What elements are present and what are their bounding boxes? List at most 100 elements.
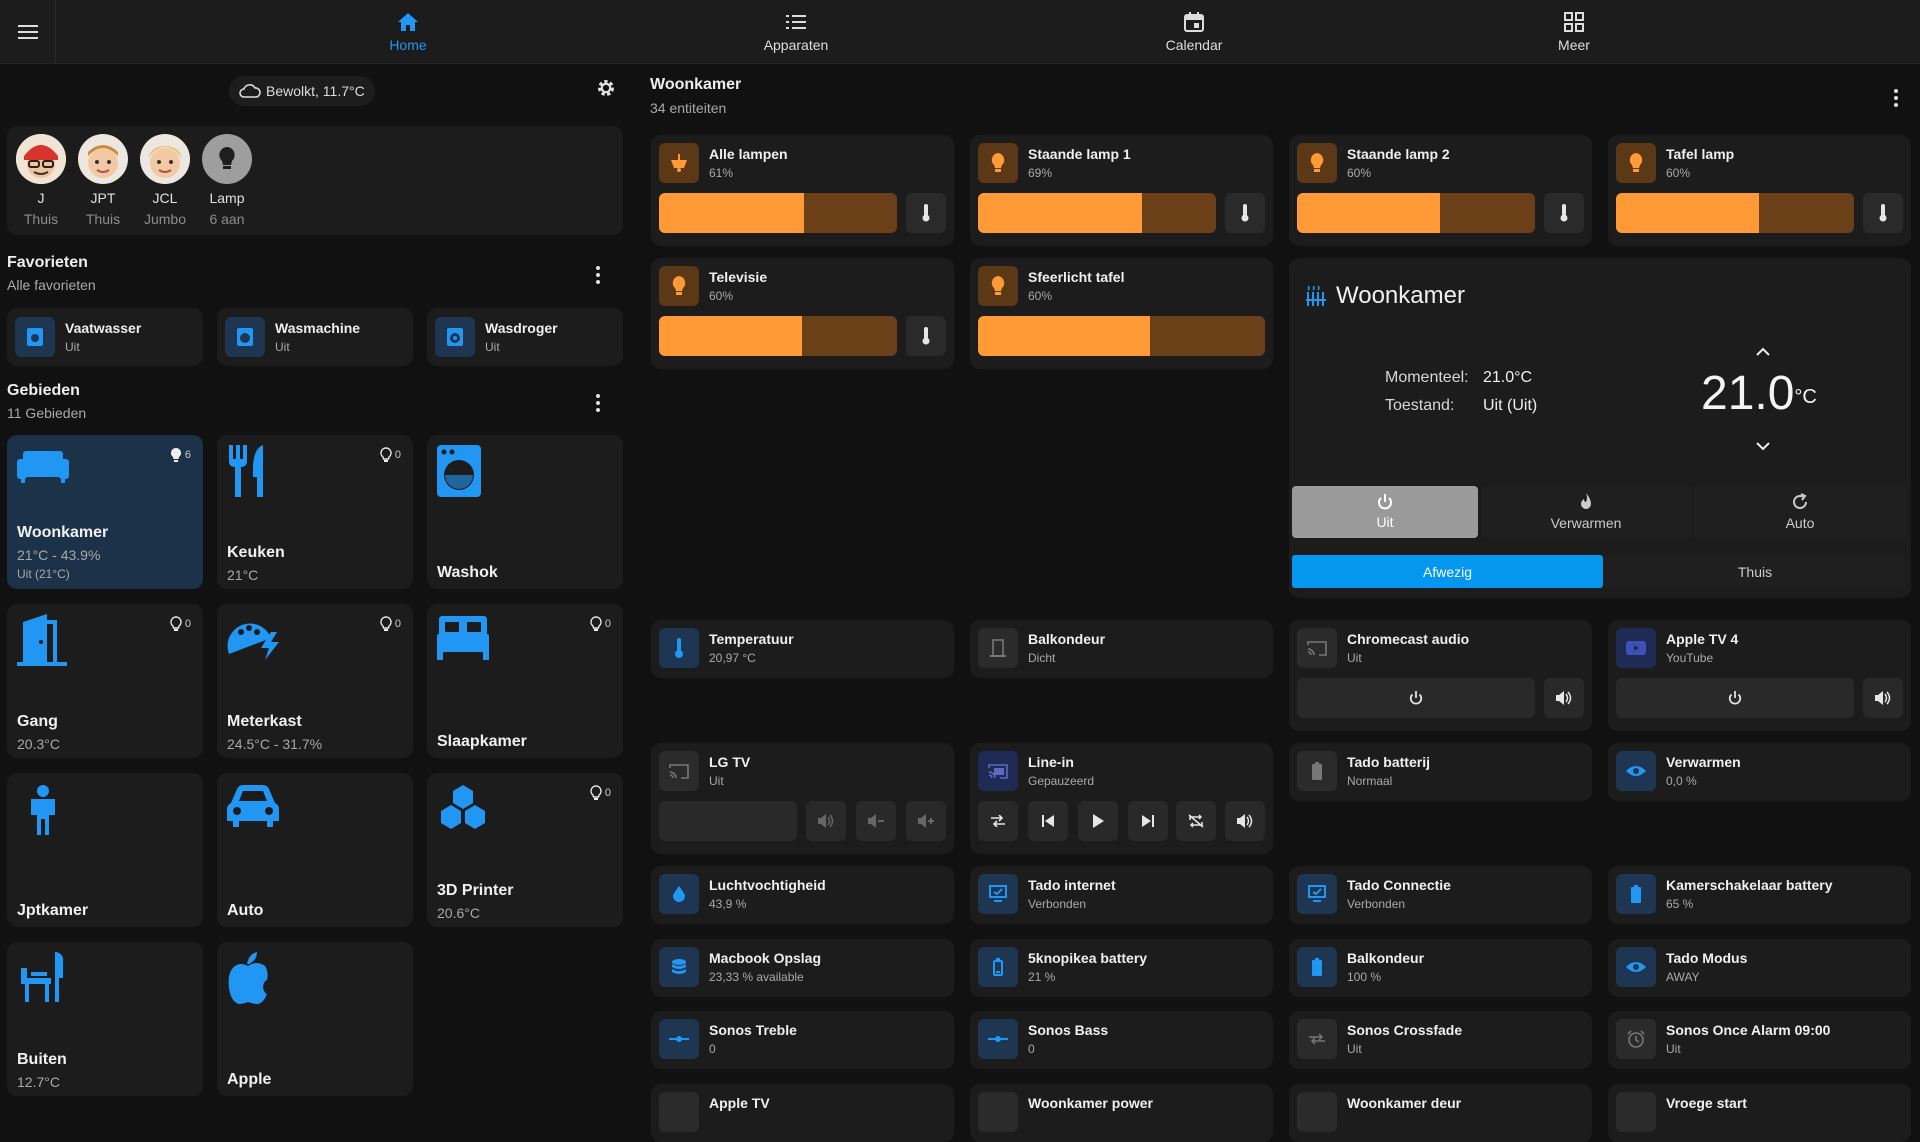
entity-sonos-bass[interactable]: Sonos Bass 0 (970, 1011, 1273, 1069)
mode-off-button[interactable]: Uit (1292, 486, 1478, 538)
person-j[interactable]: J Thuis (11, 134, 71, 227)
area-buiten[interactable]: Buiten 12.7°C (7, 942, 203, 1096)
area-keuken[interactable]: 0 Keuken 21°C (217, 435, 413, 589)
entity-macbook-opslag[interactable]: Macbook Opslag 23,33 % available (651, 939, 954, 997)
room-more-button[interactable] (1886, 88, 1906, 108)
area-washok[interactable]: Washok (427, 435, 623, 589)
entity-luchtvochtigheid[interactable]: Luchtvochtigheid 43,9 % (651, 866, 954, 924)
person-jcl[interactable]: JCL Jumbo (135, 134, 195, 227)
chevron-up-icon[interactable] (1756, 347, 1770, 357)
entity-woonkamer-deur[interactable]: Woonkamer deur (1289, 1084, 1592, 1142)
light-name: Staande lamp 2 (1347, 146, 1450, 162)
tab-apparaten[interactable]: Apparaten (726, 0, 866, 64)
color-temp-button[interactable] (1225, 193, 1265, 233)
power-icon (1378, 494, 1392, 510)
volume-slider[interactable] (659, 801, 797, 841)
area-name: Jptkamer (17, 902, 89, 919)
settings-button[interactable] (596, 78, 616, 103)
entity-sonos-crossfade[interactable]: Sonos Crossfade Uit (1289, 1011, 1592, 1069)
media-lg-tv[interactable]: LG TV Uit (651, 743, 954, 854)
light-card-televisie[interactable]: Televisie 60% (651, 258, 954, 369)
area-meterkast[interactable]: 0 Meterkast 24.5°C - 31.7% (217, 604, 413, 758)
area-gang[interactable]: 0 Gang 20.3°C (7, 604, 203, 758)
area-slaapkamer[interactable]: 0 Slaapkamer (427, 604, 623, 758)
tab-meer[interactable]: Meer (1504, 0, 1644, 64)
previous-button[interactable] (1028, 801, 1068, 841)
volume-down-button[interactable] (856, 801, 896, 841)
tab-home[interactable]: Home (338, 0, 478, 64)
light-card-tafel-lamp[interactable]: Tafel lamp 60% (1608, 135, 1911, 246)
lightbulb-icon (170, 448, 181, 462)
volume-button[interactable] (1544, 678, 1584, 718)
area-woonkamer[interactable]: 6 Woonkamer 21°C - 43.9% Uit (21°C) (7, 435, 203, 589)
media-line-in[interactable]: Line-in Gepauzeerd (970, 743, 1273, 854)
favorite-wasmachine[interactable]: Wasmachine Uit (217, 308, 413, 366)
entity-balkondeur[interactable]: Balkondeur Dicht (970, 620, 1273, 678)
volume-button[interactable] (806, 801, 846, 841)
brightness-slider[interactable] (978, 193, 1216, 233)
entity-balkondeur-battery[interactable]: Balkondeur 100 % (1289, 939, 1592, 997)
entity-sonos-treble[interactable]: Sonos Treble 0 (651, 1011, 954, 1069)
weather-chip[interactable]: Bewolkt, 11.7°C (229, 76, 375, 106)
entity-name: Line-in (1028, 754, 1074, 770)
brightness-slider[interactable] (1616, 193, 1854, 233)
color-temp-button[interactable] (906, 193, 946, 233)
entity-tado-internet[interactable]: Tado internet Verbonden (970, 866, 1273, 924)
area-jptkamer[interactable]: Jptkamer (7, 773, 203, 927)
next-button[interactable] (1128, 801, 1168, 841)
color-temp-button[interactable] (1544, 193, 1584, 233)
brightness-slider[interactable] (1297, 193, 1535, 233)
light-card-staande-lamp-1[interactable]: Staande lamp 1 69% (970, 135, 1273, 246)
person-state: Thuis (23, 211, 59, 227)
preset-away-button[interactable]: Afwezig (1292, 555, 1603, 588)
chevron-down-icon[interactable] (1756, 441, 1770, 451)
entity-woonkamer-power[interactable]: Woonkamer power (970, 1084, 1273, 1142)
area-apple[interactable]: Apple (217, 942, 413, 1096)
preset-home-button[interactable]: Thuis (1605, 555, 1905, 588)
entity-vroege-start[interactable]: Vroege start (1608, 1084, 1911, 1142)
menu-button[interactable] (0, 0, 56, 64)
repeat-button[interactable] (1176, 801, 1216, 841)
person-lamp[interactable]: Lamp 6 aan (197, 134, 257, 227)
light-card-sfeerlicht-tafel[interactable]: Sfeerlicht tafel 60% (970, 258, 1273, 369)
cube-icon (441, 785, 485, 829)
volume-button[interactable] (1863, 678, 1903, 718)
areas-more-button[interactable] (588, 393, 608, 413)
entity-5knopikea-battery[interactable]: 5knopikea battery 21 % (970, 939, 1273, 997)
mode-heat-button[interactable]: Verwarmen (1481, 486, 1691, 538)
mode-auto-button[interactable]: Auto (1694, 486, 1906, 538)
volume-button[interactable] (1225, 801, 1265, 841)
color-temp-button[interactable] (906, 316, 946, 356)
power-button[interactable] (1616, 678, 1854, 718)
brightness-slider[interactable] (659, 193, 897, 233)
entity-tado-batterij[interactable]: Tado batterij Normaal (1289, 743, 1592, 801)
light-card-alle-lampen[interactable]: Alle lampen 61% (651, 135, 954, 246)
entity-temperatuur[interactable]: Temperatuur 20,97 °C (651, 620, 954, 678)
entity-verwarmen[interactable]: Verwarmen 0,0 % (1608, 743, 1911, 801)
entity-tado-modus[interactable]: Tado Modus AWAY (1608, 939, 1911, 997)
brightness-slider[interactable] (978, 316, 1265, 356)
volume-up-button[interactable] (906, 801, 946, 841)
entity-kamerschakelaar-battery[interactable]: Kamerschakelaar battery 65 % (1608, 866, 1911, 924)
media-chromecast-audio[interactable]: Chromecast audio Uit (1289, 620, 1592, 731)
lightbulb-outline-icon (590, 616, 602, 631)
person-jpt[interactable]: JPT Thuis (73, 134, 133, 227)
favorites-more-button[interactable] (588, 265, 608, 285)
power-button[interactable] (1297, 678, 1535, 718)
favorite-vaatwasser[interactable]: Vaatwasser Uit (7, 308, 203, 366)
area-3d-printer[interactable]: 0 3D Printer 20.6°C (427, 773, 623, 927)
favorites-title: Favorieten (7, 254, 88, 271)
color-temp-button[interactable] (1863, 193, 1903, 233)
light-card-staande-lamp-2[interactable]: Staande lamp 2 60% (1289, 135, 1592, 246)
play-button[interactable] (1078, 801, 1118, 841)
brightness-slider[interactable] (659, 316, 897, 356)
tab-calendar[interactable]: Calendar (1124, 0, 1264, 64)
shuffle-button[interactable] (978, 801, 1018, 841)
entity-apple-tv[interactable]: Apple TV (651, 1084, 954, 1142)
entity-tado-connectie[interactable]: Tado Connectie Verbonden (1289, 866, 1592, 924)
area-auto[interactable]: Auto (217, 773, 413, 927)
entity-sonos-once-alarm[interactable]: Sonos Once Alarm 09:00 Uit (1608, 1011, 1911, 1069)
media-apple-tv-4[interactable]: Apple TV 4 YouTube (1608, 620, 1911, 731)
favorite-wasdroger[interactable]: Wasdroger Uit (427, 308, 623, 366)
areas-subtitle: 11 Gebieden (7, 405, 87, 421)
